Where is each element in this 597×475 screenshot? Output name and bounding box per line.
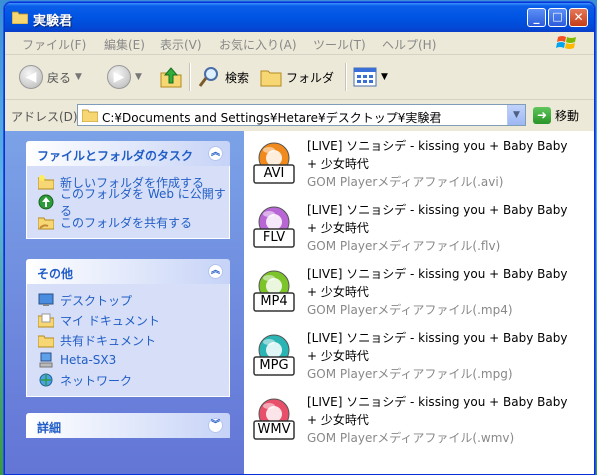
place-computer[interactable]: Heta-SX3 bbox=[27, 350, 229, 370]
place-shared-documents[interactable]: 共有ドキュメント bbox=[27, 330, 229, 350]
place-label: ネットワーク bbox=[60, 373, 133, 388]
minimize-button[interactable]: _ bbox=[527, 8, 546, 27]
back-button[interactable]: ◀ 戻る ▼ bbox=[19, 63, 82, 91]
place-label: マイ ドキュメント bbox=[60, 313, 160, 328]
file-type: GOM Playerメディアファイル(.avi) bbox=[307, 175, 504, 189]
shared-documents-icon bbox=[38, 335, 54, 348]
file-type: GOM Playerメディアファイル(.mpg) bbox=[307, 367, 513, 381]
file-name: [LIVE] ソニョシデ - kissing you + Baby Baby +… bbox=[307, 395, 568, 427]
panel-header[interactable]: その他 ︽ bbox=[26, 259, 230, 284]
panel-title: 詳細 bbox=[37, 421, 62, 435]
search-icon bbox=[198, 67, 218, 87]
window-title: 実験君 bbox=[33, 14, 73, 29]
back-arrow-icon: ◀ bbox=[19, 65, 43, 89]
file-item[interactable]: MPG [LIVE] ソニョシデ - kissing you + Baby Bab… bbox=[250, 326, 580, 386]
close-button[interactable]: ✕ bbox=[569, 8, 588, 27]
file-type: GOM Playerメディアファイル(.flv) bbox=[307, 239, 501, 253]
forward-arrow-icon: ▶ bbox=[107, 65, 131, 89]
share-folder-icon bbox=[38, 217, 54, 230]
file-type: GOM Playerメディアファイル(.mp4) bbox=[307, 303, 513, 317]
menu-view[interactable]: 表示(V) bbox=[160, 36, 202, 53]
explorer-window: 実験君 _ □ ✕ ファイル(F) 編集(E) 表示(V) お気に入り(A) ツ… bbox=[4, 2, 595, 475]
task-label: このフォルダを共有する bbox=[60, 215, 193, 230]
expand-chevron-icon[interactable]: ︾ bbox=[208, 418, 223, 433]
address-bar: アドレス(D) C:¥Documents and Settings¥Hetare… bbox=[5, 100, 594, 130]
forward-dropdown-icon[interactable]: ▼ bbox=[135, 72, 142, 82]
place-my-documents[interactable]: マイ ドキュメント bbox=[27, 310, 229, 330]
collapse-chevron-icon[interactable]: ︽ bbox=[208, 264, 223, 279]
place-label: デスクトップ bbox=[60, 293, 133, 308]
menu-file[interactable]: ファイル(F) bbox=[22, 36, 86, 53]
folders-label: フォルダ bbox=[286, 70, 335, 85]
views-icon bbox=[353, 67, 377, 87]
menu-favorites[interactable]: お気に入り(A) bbox=[219, 36, 297, 53]
go-button[interactable]: ➜ 移動 bbox=[533, 107, 579, 124]
file-item[interactable]: MP4 [LIVE] ソニョシデ - kissing you + Baby Bab… bbox=[250, 262, 580, 322]
file-type: GOM Playerメディアファイル(.wmv) bbox=[307, 431, 515, 445]
desktop-icon bbox=[38, 293, 54, 306]
forward-button[interactable]: ▶ ▼ bbox=[107, 63, 142, 91]
file-format-badge: WMV bbox=[257, 422, 291, 437]
toolbar: ◀ 戻る ▼ ▶ ▼ 検索 フォルダ ▼ bbox=[5, 55, 594, 100]
file-item[interactable]: FLV [LIVE] ソニョシデ - kissing you + Baby Bab… bbox=[250, 198, 580, 258]
file-list: AVI [LIVE] ソニョシデ - kissing you + Baby Bab… bbox=[244, 131, 594, 474]
details-panel: 詳細 ︾ bbox=[26, 413, 230, 438]
file-format-badge: AVI bbox=[263, 166, 285, 181]
go-label: 移動 bbox=[555, 109, 580, 123]
network-icon bbox=[39, 373, 53, 387]
views-button[interactable]: ▼ bbox=[353, 63, 388, 91]
panel-title: その他 bbox=[37, 267, 74, 281]
folder-icon bbox=[12, 11, 28, 24]
place-desktop[interactable]: デスクトップ bbox=[27, 290, 229, 310]
menu-edit[interactable]: 編集(E) bbox=[104, 36, 145, 53]
address-input[interactable]: C:¥Documents and Settings¥Hetare¥デスクトップ¥… bbox=[77, 104, 526, 126]
collapse-chevron-icon[interactable]: ︽ bbox=[208, 146, 223, 161]
new-folder-icon bbox=[38, 175, 54, 190]
file-name: [LIVE] ソニョシデ - kissing you + Baby Baby +… bbox=[307, 331, 568, 363]
title-bar[interactable]: 実験君 _ □ ✕ bbox=[5, 3, 594, 32]
panel-title: ファイルとフォルダのタスク bbox=[37, 149, 194, 163]
address-dropdown-icon[interactable]: ▼ bbox=[507, 105, 525, 125]
file-name: [LIVE] ソニョシデ - kissing you + Baby Baby +… bbox=[307, 139, 568, 171]
other-places-panel: その他 ︽ デスクトップ マイ ドキュメント 共有ドキュメント Heta-SX3… bbox=[26, 259, 230, 397]
back-dropdown-icon[interactable]: ▼ bbox=[75, 72, 82, 82]
file-folder-tasks-panel: ファイルとフォルダのタスク ︽ 新しいフォルダを作成する このフォルダを Web… bbox=[26, 141, 230, 239]
maximize-button[interactable]: □ bbox=[548, 8, 567, 27]
place-label: Heta-SX3 bbox=[60, 353, 117, 367]
file-item[interactable]: WMV [LIVE] ソニョシデ - kissing you + Baby Bab… bbox=[250, 390, 580, 450]
file-item[interactable]: AVI [LIVE] ソニョシデ - kissing you + Baby Bab… bbox=[250, 134, 580, 194]
back-label: 戻る bbox=[47, 70, 72, 85]
menu-bar: ファイル(F) 編集(E) 表示(V) お気に入り(A) ツール(T) ヘルプ(… bbox=[5, 32, 594, 55]
panel-body: デスクトップ マイ ドキュメント 共有ドキュメント Heta-SX3 ネットワー… bbox=[26, 284, 230, 397]
file-name: [LIVE] ソニョシデ - kissing you + Baby Baby +… bbox=[307, 203, 568, 235]
up-folder-icon bbox=[160, 67, 182, 88]
up-folder-button[interactable] bbox=[159, 63, 183, 91]
address-value: C:¥Documents and Settings¥Hetare¥デスクトップ¥… bbox=[102, 111, 442, 125]
windows-logo-icon bbox=[556, 36, 576, 49]
file-format-badge: MPG bbox=[259, 358, 289, 373]
my-documents-icon bbox=[38, 313, 54, 328]
folders-icon bbox=[260, 70, 282, 87]
place-label: 共有ドキュメント bbox=[60, 333, 157, 348]
panel-header[interactable]: ファイルとフォルダのタスク ︽ bbox=[26, 141, 230, 166]
search-button[interactable]: 検索 bbox=[197, 63, 249, 91]
views-dropdown-icon[interactable]: ▼ bbox=[381, 72, 388, 82]
file-name: [LIVE] ソニョシデ - kissing you + Baby Baby +… bbox=[307, 267, 568, 299]
go-arrow-icon: ➜ bbox=[533, 107, 551, 124]
menu-tools[interactable]: ツール(T) bbox=[313, 36, 366, 53]
address-label: アドレス(D) bbox=[11, 110, 78, 124]
computer-icon bbox=[39, 352, 53, 368]
file-format-badge: FLV bbox=[262, 230, 286, 245]
place-network[interactable]: ネットワーク bbox=[27, 370, 229, 390]
panel-body: 新しいフォルダを作成する このフォルダを Web に公開する このフォルダを共有… bbox=[26, 166, 230, 239]
file-format-badge: MP4 bbox=[260, 294, 288, 309]
panel-header[interactable]: 詳細 ︾ bbox=[26, 413, 230, 438]
task-pane: ファイルとフォルダのタスク ︽ 新しいフォルダを作成する このフォルダを Web… bbox=[5, 131, 244, 474]
menu-help[interactable]: ヘルプ(H) bbox=[382, 36, 436, 53]
task-publish-web[interactable]: このフォルダを Web に公開する bbox=[27, 187, 229, 218]
folder-icon bbox=[82, 109, 98, 122]
folders-button[interactable]: フォルダ bbox=[260, 63, 334, 91]
search-label: 検索 bbox=[225, 70, 250, 85]
publish-web-icon bbox=[38, 194, 54, 210]
